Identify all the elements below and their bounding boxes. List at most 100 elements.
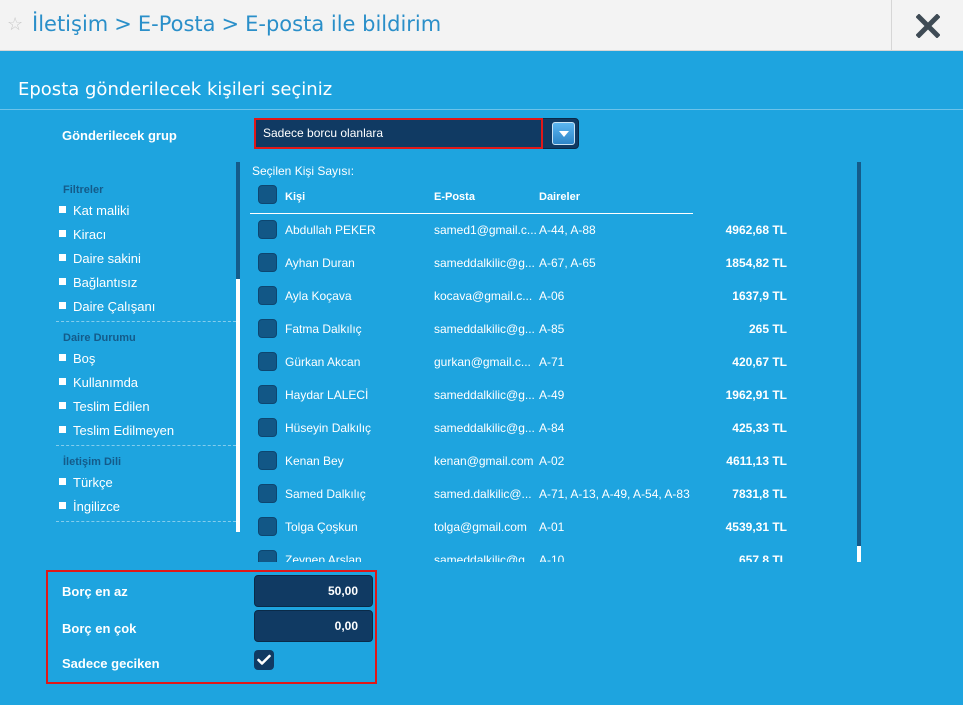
- cell-amount: 1854,82 TL: [725, 256, 787, 270]
- cell-amount: 1637,9 TL: [732, 289, 787, 303]
- list-scrollbar[interactable]: [857, 162, 861, 562]
- close-icon: [915, 13, 940, 38]
- row-checkbox[interactable]: [258, 517, 277, 536]
- dropdown-arrow-icon[interactable]: [552, 122, 575, 145]
- cell-person: Hüseyin Dalkılıç: [285, 421, 372, 435]
- close-button[interactable]: [891, 0, 963, 51]
- filter-item-staff[interactable]: Daire Çalışanı: [59, 299, 155, 314]
- filter-item-in-use[interactable]: Kullanımda: [59, 375, 138, 390]
- list-header: Kişi E-Posta Daireler: [250, 184, 693, 214]
- filter-item-unlinked[interactable]: Bağlantısız: [59, 275, 137, 290]
- cell-units: A-71: [539, 355, 565, 369]
- cell-units: A-71, A-13, A-49, A-54, A-83: [539, 487, 690, 501]
- debt-min-label: Borç en az: [62, 584, 128, 599]
- scrollbar-thumb[interactable]: [236, 162, 240, 279]
- group-select[interactable]: Sadece borcu olanlara: [254, 118, 579, 149]
- cell-person: Haydar LALECİ: [285, 388, 369, 402]
- cell-email: sameddalkilic@g...: [434, 388, 535, 402]
- table-row[interactable]: Kenan Bey kenan@gmail.com A-02 4611,13 TL: [250, 445, 810, 478]
- group-select-value: Sadece borcu olanlara: [263, 126, 384, 140]
- checkbox-icon: [59, 254, 66, 261]
- filter-item-delivered[interactable]: Teslim Edilen: [59, 399, 150, 414]
- row-checkbox[interactable]: [258, 286, 277, 305]
- cell-units: A-85: [539, 322, 565, 336]
- overdue-only-checkbox[interactable]: [254, 650, 274, 670]
- star-icon[interactable]: ☆: [7, 14, 23, 35]
- row-checkbox[interactable]: [258, 352, 277, 371]
- cell-amount: 4962,68 TL: [725, 223, 787, 237]
- filter-item-tenant[interactable]: Kiracı: [59, 227, 106, 242]
- scrollbar-thumb[interactable]: [857, 162, 861, 546]
- filter-item-not-delivered[interactable]: Teslim Edilmeyen: [59, 423, 174, 438]
- cell-amount: 265 TL: [748, 322, 787, 336]
- table-row[interactable]: Ayhan Duran sameddalkilic@g... A-67, A-65 1…: [250, 247, 810, 280]
- filter-item-resident[interactable]: Daire sakini: [59, 251, 141, 266]
- cell-amount: 4611,13 TL: [726, 454, 787, 468]
- row-checkbox[interactable]: [258, 319, 277, 338]
- filter-item-english[interactable]: İngilizce: [59, 499, 120, 514]
- filter-scrollbar[interactable]: [236, 162, 240, 532]
- cell-email: sameddalkilic@g...: [434, 421, 535, 435]
- row-checkbox[interactable]: [258, 385, 277, 404]
- divider: [0, 109, 963, 110]
- table-row[interactable]: Fatma Dalkılıç sameddalkilic@g... A-85 265 …: [250, 313, 810, 346]
- breadcrumb-item[interactable]: E-Posta: [138, 12, 216, 36]
- row-checkbox[interactable]: [258, 484, 277, 503]
- row-checkbox[interactable]: [258, 253, 277, 272]
- table-row[interactable]: Gürkan Akcan gurkan@gmail.c... A-71 420,67 …: [250, 346, 810, 379]
- row-checkbox[interactable]: [258, 220, 277, 239]
- breadcrumb: İletişim > E-Posta > E-posta ile bildirim: [32, 12, 441, 36]
- cell-email: kocava@gmail.c...: [434, 289, 533, 303]
- cell-units: A-01: [539, 520, 565, 534]
- cell-units: A-49: [539, 388, 565, 402]
- table-row[interactable]: Hüseyin Dalkılıç sameddalkilic@g... A-84 42…: [250, 412, 810, 445]
- cell-units: A-02: [539, 454, 565, 468]
- row-checkbox[interactable]: [258, 418, 277, 437]
- cell-amount: 420,67 TL: [732, 355, 787, 369]
- cell-email: gurkan@gmail.c...: [434, 355, 531, 369]
- checkbox-icon: [59, 502, 66, 509]
- group-label: Gönderilecek grup: [62, 128, 177, 143]
- cell-amount: 4539,31 TL: [725, 520, 787, 534]
- filter-item-empty[interactable]: Boş: [59, 351, 95, 366]
- filter-item-turkish[interactable]: Türkçe: [59, 475, 113, 490]
- table-row[interactable]: Zeynep Arslan sameddalkilic@g... A-10 657,8…: [250, 544, 810, 562]
- column-header-person: Kişi: [285, 191, 306, 203]
- filter-item-owner[interactable]: Kat maliki: [59, 203, 129, 218]
- select-all-checkbox[interactable]: [258, 185, 277, 204]
- cell-email: kenan@gmail.com: [434, 454, 534, 468]
- column-header-email: E-Posta: [434, 191, 475, 203]
- cell-amount: 425,33 TL: [732, 421, 787, 435]
- cell-units: A-06: [539, 289, 565, 303]
- table-row[interactable]: Samed Dalkılıç samed.dalkilic@... A-71, A-…: [250, 478, 810, 511]
- cell-person: Tolga Çoşkun: [285, 520, 358, 534]
- cell-email: sameddalkilic@g...: [434, 256, 535, 270]
- checkbox-icon: [59, 302, 66, 309]
- row-checkbox[interactable]: [258, 451, 277, 470]
- selected-count-label: Seçilen Kişi Sayısı:: [252, 164, 355, 178]
- cell-units: A-67, A-65: [539, 256, 596, 270]
- cell-units: A-44, A-88: [539, 223, 596, 237]
- cell-units: A-84: [539, 421, 565, 435]
- checkbox-icon: [59, 426, 66, 433]
- checkbox-icon: [59, 354, 66, 361]
- table-row[interactable]: Abdullah PEKER samed1@gmail.c... A-44, A-8…: [250, 214, 810, 247]
- title-bar: ☆ İletişim > E-Posta > E-posta ile bildirim: [0, 0, 963, 51]
- cell-email: tolga@gmail.com: [434, 520, 527, 534]
- table-row[interactable]: Ayla Koçava kocava@gmail.c... A-06 1637,9 T…: [250, 280, 810, 313]
- cell-person: Ayla Koçava: [285, 289, 352, 303]
- breadcrumb-item[interactable]: İletişim: [32, 12, 108, 36]
- debt-min-input[interactable]: 50,00: [254, 575, 373, 607]
- checkbox-icon: [59, 230, 66, 237]
- cell-units: A-10: [539, 553, 565, 562]
- cell-amount: 1962,91 TL: [725, 388, 787, 402]
- unit-status-heading: Daire Durumu: [63, 332, 136, 344]
- cell-person: Gürkan Akcan: [285, 355, 361, 369]
- cell-email: samed.dalkilic@...: [434, 487, 532, 501]
- table-row[interactable]: Haydar LALECİ sameddalkilic@g... A-49 1962,…: [250, 379, 810, 412]
- cell-person: Fatma Dalkılıç: [285, 322, 362, 336]
- row-checkbox[interactable]: [258, 550, 277, 562]
- debt-max-input[interactable]: 0,00: [254, 610, 373, 642]
- table-row[interactable]: Tolga Çoşkun tolga@gmail.com A-01 4539,31 T…: [250, 511, 810, 544]
- checkbox-icon: [59, 206, 66, 213]
